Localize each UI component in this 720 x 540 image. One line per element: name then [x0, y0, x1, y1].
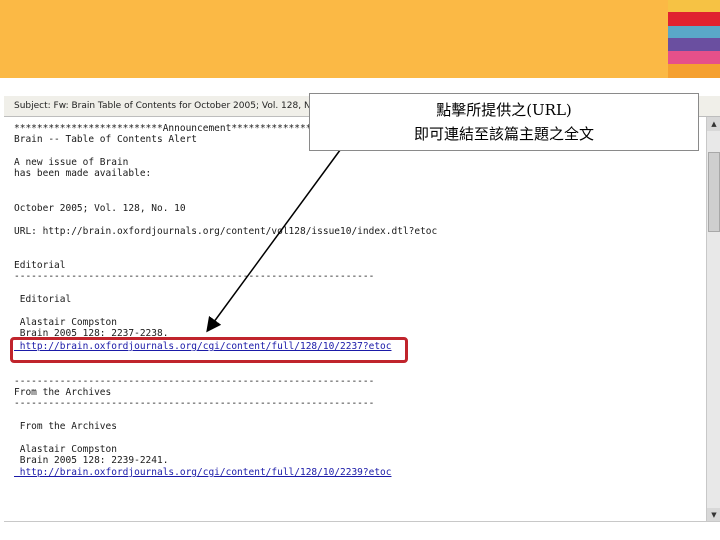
section-divider: ----------------------------------------…: [14, 398, 375, 409]
color-stripe-4: [668, 38, 720, 51]
scroll-thumb[interactable]: [708, 152, 720, 232]
color-stripe-1: [668, 0, 720, 12]
section-heading-editorial: Editorial: [14, 260, 66, 271]
section-divider: ----------------------------------------…: [14, 271, 375, 282]
article-link-archives[interactable]: http://brain.oxfordjournals.org/cgi/cont…: [14, 467, 392, 478]
issue-url[interactable]: URL: http://brain.oxfordjournals.org/con…: [14, 226, 437, 237]
callout-line-1: 點擊所提供之(URL): [436, 101, 572, 119]
issue-date: October 2005; Vol. 128, No. 10: [14, 203, 186, 214]
top-banner: [0, 0, 668, 78]
email-window: Subject: Fw: Brain Table of Contents for…: [4, 96, 720, 522]
color-stripe-5: [668, 51, 720, 64]
color-stripe-3: [668, 26, 720, 38]
article-citation-archives: Brain 2005 128: 2239-2241.: [14, 455, 169, 466]
vertical-scrollbar[interactable]: ▲ ▼: [706, 117, 720, 522]
issue-notice-line1: A new issue of Brain: [14, 157, 129, 168]
scroll-up-arrow-icon[interactable]: ▲: [707, 117, 720, 131]
article-title-archives: From the Archives: [14, 421, 117, 432]
article-author-editorial: Alastair Compston: [14, 317, 117, 328]
section-divider: ----------------------------------------…: [14, 376, 375, 387]
announcement-banner: **************************Announcement**…: [14, 123, 312, 134]
email-body: **************************Announcement**…: [4, 117, 704, 522]
article-author-archives: Alastair Compston: [14, 444, 117, 455]
callout-line-2: 即可連結至該篇主題之全文: [413, 125, 594, 143]
alert-title: Brain -- Table of Contents Alert: [14, 134, 198, 145]
link-highlight-box: [10, 337, 408, 363]
color-stripe-2: [668, 12, 720, 26]
issue-notice-line2: has been made available:: [14, 168, 152, 179]
email-subject: Subject: Fw: Brain Table of Contents for…: [14, 101, 334, 111]
instruction-callout: 點擊所提供之(URL) 即可連結至該篇主題之全文: [309, 93, 699, 151]
scroll-down-arrow-icon[interactable]: ▼: [707, 508, 720, 522]
article-title-editorial: Editorial: [14, 294, 72, 305]
window-bottom-border: [4, 521, 720, 522]
section-heading-archives: From the Archives: [14, 387, 112, 398]
color-stripe-6: [668, 64, 720, 78]
